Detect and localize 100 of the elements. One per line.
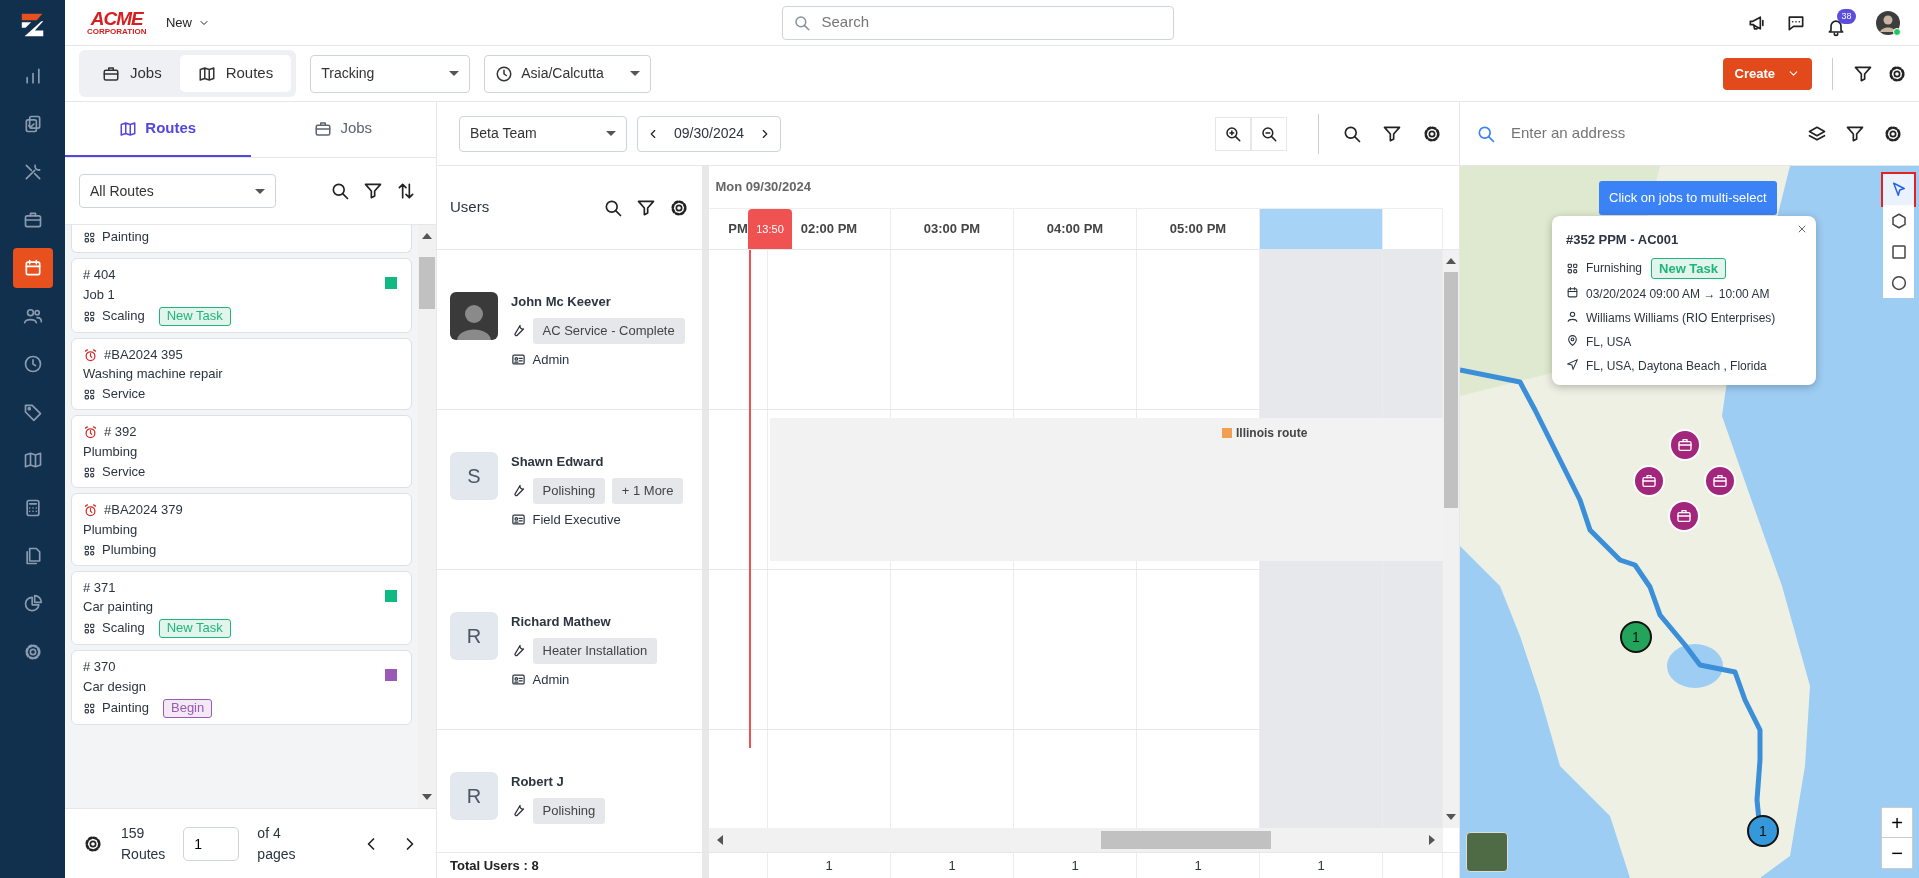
zoom-in-button[interactable] bbox=[1215, 116, 1251, 151]
category-icon bbox=[83, 543, 96, 557]
job-number: # 370 bbox=[83, 659, 116, 677]
notification-count: 38 bbox=[1837, 8, 1856, 24]
day-label: Mon 09/30/2024 bbox=[715, 178, 811, 197]
user-avatar[interactable] bbox=[1875, 9, 1901, 36]
search-field[interactable]: Search bbox=[782, 5, 1175, 40]
popup-location: FL, USA bbox=[1586, 334, 1632, 351]
user-initial-avatar: S bbox=[450, 452, 498, 500]
time-label: 05:00 PM bbox=[1169, 220, 1227, 239]
job-card[interactable]: # 404 Job 1 Scaling New Task bbox=[71, 257, 412, 333]
time-label: 04:00 PM bbox=[1046, 220, 1104, 239]
sidebar-item[interactable] bbox=[12, 248, 53, 288]
user-name: Shawn Edward bbox=[511, 453, 605, 471]
zoom-out-button[interactable] bbox=[1251, 116, 1287, 151]
popup-time: 03/20/2024 09:00 AM → 10:00 AM bbox=[1586, 286, 1770, 303]
slot-count: 1 bbox=[1194, 856, 1202, 875]
user-name: Robert J bbox=[511, 773, 565, 791]
slot-count: 1 bbox=[948, 856, 956, 875]
timezone-select[interactable]: Asia/Calcutta bbox=[484, 54, 652, 93]
brand-tagline: CORPORATION bbox=[87, 28, 147, 36]
page-input[interactable]: 1 bbox=[183, 826, 240, 861]
hexagon-icon bbox=[1889, 211, 1908, 230]
horizontal-scrollbar[interactable] bbox=[709, 828, 1443, 852]
job-card[interactable]: # 392 Plumbing Service bbox=[71, 415, 412, 488]
popup-address: FL, USA, Daytona Beach , Florida bbox=[1586, 358, 1767, 375]
job-card[interactable]: # 371 Car painting Scaling New Task bbox=[71, 570, 412, 646]
vertical-scrollbar[interactable] bbox=[418, 225, 436, 808]
job-title: Plumbing bbox=[83, 521, 139, 539]
job-card[interactable]: # 370 Car design Painting Begin bbox=[71, 650, 412, 725]
page-total: of 4 bbox=[257, 823, 282, 843]
new-menu[interactable]: New bbox=[165, 12, 211, 33]
calendar-icon bbox=[1566, 286, 1579, 299]
id-card-icon bbox=[511, 352, 526, 368]
job-number: #BA2024 395 bbox=[104, 346, 183, 364]
user-name: Richard Mathew bbox=[511, 613, 612, 631]
category-icon bbox=[1566, 262, 1579, 276]
tracking-select[interactable]: Tracking bbox=[310, 54, 471, 93]
status-badge: Begin bbox=[163, 699, 213, 718]
job-title: Washing machine repair bbox=[83, 366, 224, 384]
total-users: Total Users : 8 bbox=[450, 856, 539, 875]
user-name: John Mc Keever bbox=[511, 293, 612, 311]
satellite-thumbnail[interactable] bbox=[1466, 832, 1508, 872]
search-icon bbox=[793, 13, 812, 32]
create-button[interactable]: Create bbox=[1722, 57, 1812, 90]
view-tab[interactable]: Routes bbox=[179, 55, 292, 92]
category-icon bbox=[83, 622, 96, 636]
users-title: Users bbox=[450, 197, 490, 218]
job-title: Car painting bbox=[83, 599, 155, 617]
route-event-bar[interactable]: Illinois route bbox=[770, 418, 1443, 561]
person-icon bbox=[1566, 310, 1579, 323]
job-number: # 371 bbox=[83, 579, 116, 597]
select-tool[interactable] bbox=[1883, 174, 1914, 205]
notifications-button[interactable]: 38 bbox=[1825, 8, 1856, 37]
view-tab[interactable]: Jobs bbox=[84, 55, 180, 92]
time-label: 02:00 PM bbox=[800, 220, 858, 239]
job-card[interactable]: Painting bbox=[71, 225, 412, 253]
close-icon bbox=[1796, 223, 1808, 235]
route-count-label: Routes bbox=[121, 844, 166, 864]
briefcase-icon bbox=[314, 119, 333, 138]
clock-icon bbox=[22, 354, 43, 374]
panel-tab[interactable]: Jobs bbox=[250, 102, 436, 157]
category-icon bbox=[83, 701, 96, 715]
skill-tag: + 1 More bbox=[611, 478, 684, 504]
job-category: Painting bbox=[102, 700, 149, 717]
briefcase-icon bbox=[1641, 473, 1657, 489]
user-photo bbox=[450, 292, 498, 340]
team-select[interactable]: Beta Team bbox=[459, 115, 627, 152]
zoom-in-icon bbox=[1224, 124, 1242, 143]
job-category: Plumbing bbox=[102, 541, 157, 559]
zoom-in-button[interactable]: + bbox=[1882, 808, 1912, 838]
user-initial-avatar: R bbox=[450, 772, 498, 820]
user-role: Admin bbox=[532, 671, 570, 689]
tag-icon bbox=[22, 402, 43, 422]
date-label: 09/30/2024 bbox=[674, 124, 745, 143]
user-role: Field Executive bbox=[532, 511, 621, 529]
job-title: Car design bbox=[83, 679, 147, 697]
map-icon bbox=[119, 119, 138, 138]
filter-icon bbox=[362, 181, 383, 201]
job-card[interactable]: #BA2024 379 Plumbing Plumbing bbox=[71, 492, 412, 566]
current-time-marker: 13:50 bbox=[748, 209, 792, 249]
settings-icon bbox=[22, 642, 43, 662]
skill-tag: Polishing bbox=[532, 478, 606, 504]
id-card-icon bbox=[511, 512, 526, 528]
briefcase-icon bbox=[1712, 473, 1728, 489]
job-category: Service bbox=[102, 464, 146, 481]
slot-count: 1 bbox=[1317, 856, 1325, 875]
routes-filter-select[interactable]: All Routes bbox=[79, 174, 276, 208]
job-number: # 404 bbox=[83, 266, 116, 284]
status-badge: New Task bbox=[158, 306, 231, 326]
job-category: Painting bbox=[102, 229, 149, 246]
job-card[interactable]: #BA2024 395 Washing machine repair Service bbox=[71, 337, 412, 411]
navigation-arrow-icon bbox=[1566, 358, 1579, 371]
panel-tab[interactable]: Routes bbox=[65, 102, 251, 157]
location-pin-icon bbox=[1566, 334, 1579, 347]
category-icon bbox=[83, 230, 96, 244]
vertical-scrollbar[interactable] bbox=[1443, 250, 1459, 828]
filter-button[interactable] bbox=[362, 181, 383, 201]
multi-select-tooltip: Click on jobs to multi-select bbox=[1599, 181, 1777, 215]
route-count: 159 bbox=[121, 823, 146, 843]
